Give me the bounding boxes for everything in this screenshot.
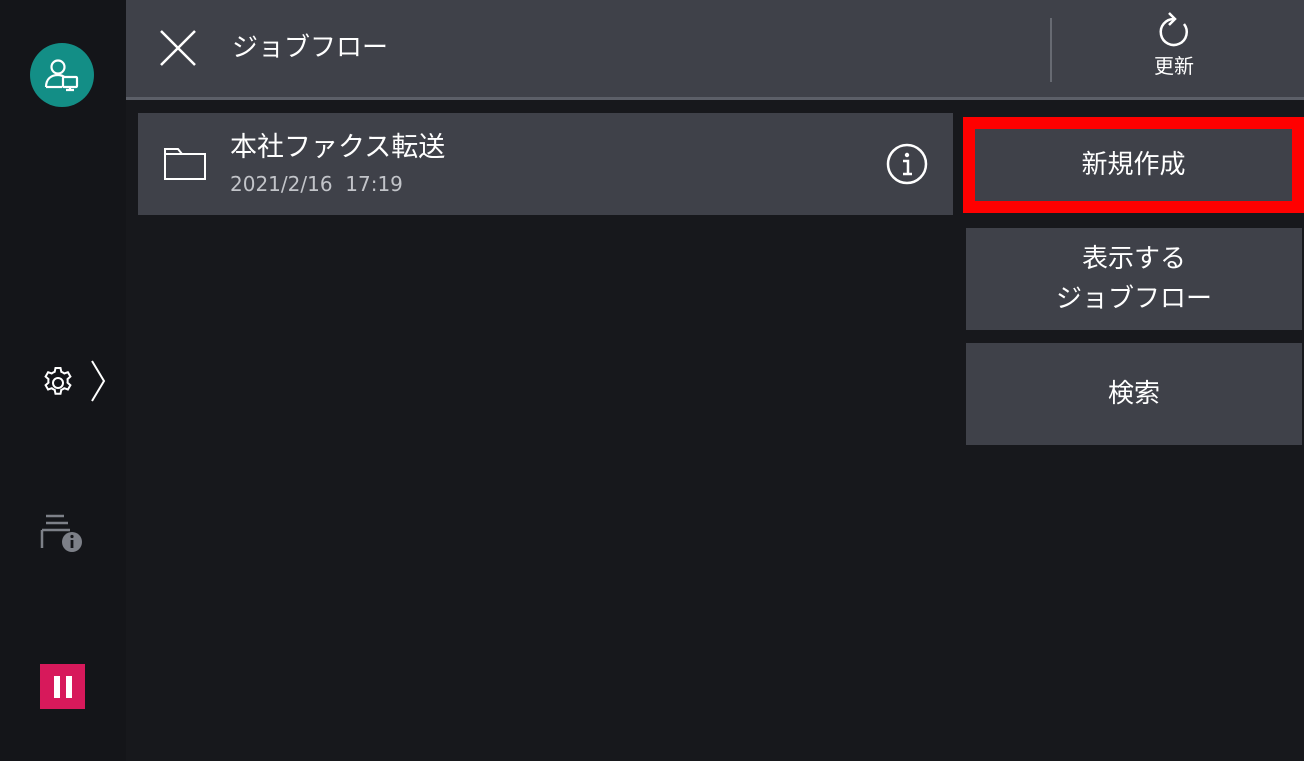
device-info-button[interactable] xyxy=(38,510,88,560)
user-monitor-icon xyxy=(44,59,79,92)
display-label-line2: ジョブフロー xyxy=(1055,284,1212,314)
folder-icon xyxy=(164,148,206,180)
close-button[interactable] xyxy=(156,26,200,70)
device-info-icon xyxy=(40,514,82,552)
gear-icon xyxy=(44,367,72,395)
pause-icon-bar xyxy=(65,675,72,698)
info-icon xyxy=(886,143,928,185)
refresh-label: 更新 xyxy=(1154,54,1194,78)
new-create-label: 新規作成 xyxy=(1081,150,1186,180)
close-icon xyxy=(160,30,196,66)
job-flow-date: 2021/2/16 17:19 xyxy=(230,172,403,196)
job-flow-screen: ジョブフロー 更新 本社ファクス転送 2021/2/16 17:19 新規作成 … xyxy=(0,0,1304,761)
new-create-button[interactable]: 新規作成 xyxy=(963,117,1304,213)
display-job-flow-button[interactable]: 表示する ジョブフロー xyxy=(966,228,1302,330)
settings-button[interactable] xyxy=(40,356,120,406)
left-rail xyxy=(0,0,126,761)
pause-icon xyxy=(53,675,60,698)
refresh-button[interactable]: 更新 xyxy=(1126,10,1222,90)
refresh-icon xyxy=(1159,12,1188,47)
header-divider xyxy=(1050,18,1052,82)
pause-button[interactable] xyxy=(40,664,85,709)
header-bar: ジョブフロー 更新 xyxy=(126,0,1304,100)
job-flow-name: 本社ファクス転送 xyxy=(230,132,446,163)
search-button[interactable]: 検索 xyxy=(966,343,1302,445)
search-label: 検索 xyxy=(1107,379,1160,409)
chevron-right-icon xyxy=(91,360,106,402)
user-account-button[interactable] xyxy=(30,43,94,107)
list-item[interactable]: 本社ファクス転送 2021/2/16 17:19 xyxy=(138,113,953,215)
page-title: ジョブフロー xyxy=(232,33,389,63)
info-button[interactable] xyxy=(885,142,929,186)
display-label-line1: 表示する xyxy=(1081,244,1186,274)
